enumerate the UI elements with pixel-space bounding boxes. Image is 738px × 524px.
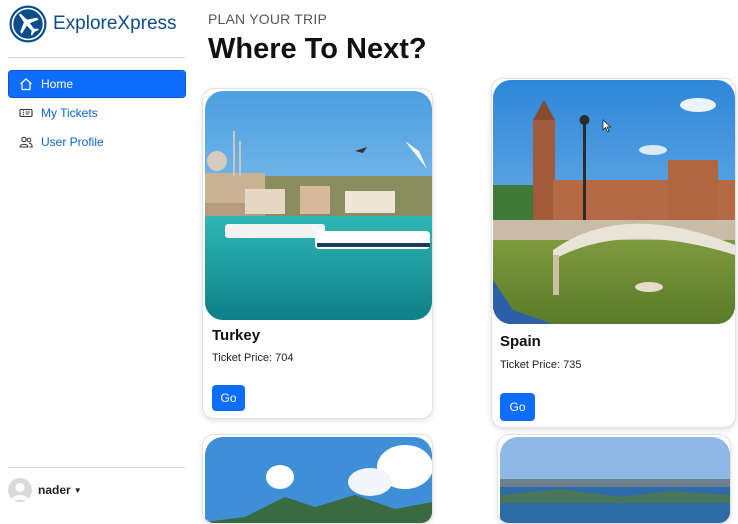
destination-image-spain bbox=[493, 80, 735, 324]
sidebar-item-user-profile[interactable]: User Profile bbox=[8, 128, 186, 156]
ticket-price: Ticket Price: 704 bbox=[212, 352, 294, 364]
sidebar-divider-bottom bbox=[8, 467, 185, 468]
destination-image-3 bbox=[205, 437, 432, 523]
destination-card-4 bbox=[497, 434, 731, 524]
brand-name: ExploreXpress bbox=[53, 13, 177, 34]
user-menu-toggle[interactable]: nader ▼ bbox=[8, 478, 82, 502]
sidebar-item-label: Home bbox=[41, 77, 74, 91]
sidebar-nav: Home My Tickets User Profile bbox=[8, 70, 186, 157]
ticket-icon bbox=[19, 106, 33, 120]
sidebar-item-label: My Tickets bbox=[41, 106, 98, 120]
sidebar-item-label: User Profile bbox=[41, 135, 104, 149]
avatar bbox=[8, 478, 32, 502]
home-icon bbox=[19, 77, 33, 91]
ticket-price: Ticket Price: 735 bbox=[500, 359, 582, 371]
brand[interactable]: ExploreXpress bbox=[8, 4, 177, 44]
destination-card-spain: Spain Ticket Price: 735 Go bbox=[491, 78, 736, 428]
destination-card-turkey: Turkey Ticket Price: 704 Go bbox=[202, 88, 433, 419]
sidebar-divider-top bbox=[8, 57, 185, 58]
go-button-turkey[interactable]: Go bbox=[212, 385, 245, 411]
mouse-cursor-icon bbox=[602, 119, 612, 133]
sidebar: ExploreXpress Home My Tickets User Profi… bbox=[0, 0, 192, 510]
caret-down-icon: ▼ bbox=[73, 485, 82, 495]
destination-image-4 bbox=[500, 437, 730, 523]
destination-card-3 bbox=[202, 434, 433, 524]
users-icon bbox=[19, 135, 33, 149]
airplane-logo-icon bbox=[9, 5, 47, 43]
page-title: Where To Next? bbox=[208, 33, 427, 65]
sidebar-item-home[interactable]: Home bbox=[8, 70, 186, 98]
page-kicker: PLAN YOUR TRIP bbox=[208, 11, 327, 27]
go-button-spain[interactable]: Go bbox=[500, 393, 535, 421]
card-title: Spain bbox=[500, 333, 541, 350]
sidebar-item-my-tickets[interactable]: My Tickets bbox=[8, 99, 186, 127]
card-title: Turkey bbox=[212, 327, 261, 344]
destination-image-turkey bbox=[205, 91, 432, 320]
user-name: nader bbox=[38, 483, 71, 497]
